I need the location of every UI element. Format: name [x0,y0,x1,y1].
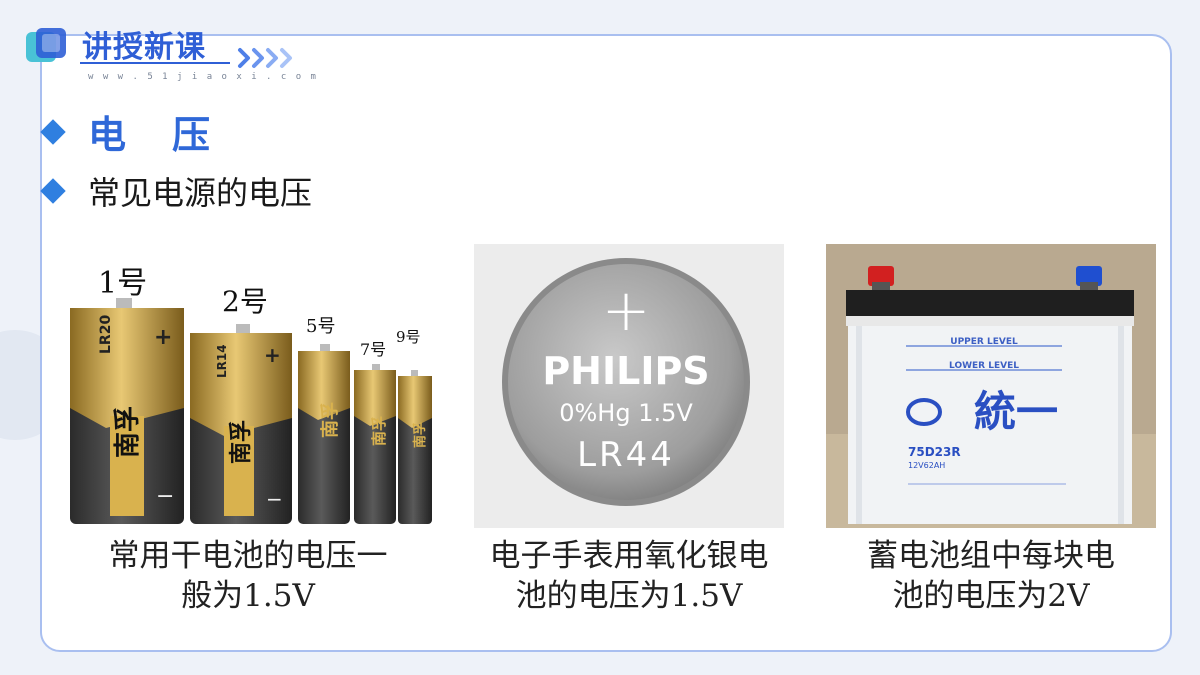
header-underline [80,62,230,64]
svg-text:南孚: 南孚 [228,420,254,464]
caption-button-cell: 电子手表用氧化银电 池的电压为1.5V [468,536,790,616]
caption-line: 池的电压为1.5V [515,578,743,614]
button-cell-image: + PHILIPS 0%Hg 1.5V LR44 [474,244,784,528]
battery-brand: 南孚 [113,406,143,458]
caption-lead-acid: 蓄电池组中每块电 池的电压为2V [836,536,1146,616]
size-label-1: 1号 [98,266,148,301]
plus-sign: + [602,276,651,344]
svg-text:南孚: 南孚 [370,416,388,446]
svg-text:南孚: 南孚 [319,402,341,438]
section-title: 电压 [88,113,257,157]
battery-code-lr20: LR20 [98,315,114,354]
caption-line: 般为1.5V [181,578,315,614]
svg-text:+: + [264,343,281,367]
diamond-bullet-icon [40,178,66,204]
svg-text:−: − [266,487,283,511]
section-subheading: 常见电源的电压 [40,168,313,214]
battery-spec: 12V62AH [908,461,945,470]
header-url: w w w . 5 1 j i a o x i . c o m [88,72,318,82]
svg-text:−: − [156,484,174,509]
caption-line: 电子手表用氧化银电 [489,538,769,574]
caption-line: 池的电压为2V [892,578,1090,614]
svg-text:+: + [154,325,172,350]
caption-line: 蓄电池组中每块电 [867,538,1115,574]
battery-code-lr14: LR14 [215,344,229,378]
logo-icon [26,28,66,62]
lead-acid-battery-image: UPPER LEVEL LOWER LEVEL 統一 75D23R 12V62A… [826,244,1156,528]
chevron-arrows-icon [238,48,292,68]
section-subtitle: 常见电源的电压 [88,174,313,212]
coin-spec: 0%Hg 1.5V [559,399,693,427]
lower-level-label: LOWER LEVEL [949,361,1019,371]
diamond-bullet-icon [40,118,66,145]
caption-line: 常用干电池的电压一 [108,538,388,574]
battery-brand-logo: 統一 [974,387,1058,436]
svg-text:南孚: 南孚 [412,422,428,448]
upper-level-label: UPPER LEVEL [950,337,1018,347]
coin-brand: PHILIPS [542,349,709,393]
section-heading: 电压 [40,104,257,159]
header-title: 讲授新课 [82,30,206,65]
dry-cell-batteries-image: LR20 + 南孚 − LR14 + 南孚 − 南孚 南孚 南孚 [70,298,432,524]
coin-model: LR44 [577,435,675,475]
caption-dry-cell: 常用干电池的电压一 般为1.5V [78,536,418,616]
battery-model: 75D23R [908,445,961,459]
